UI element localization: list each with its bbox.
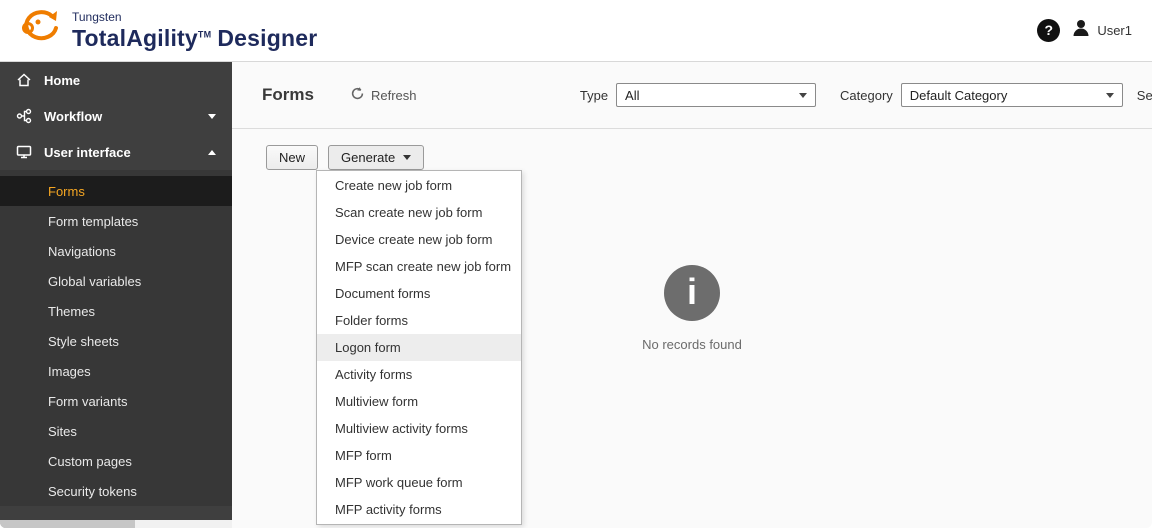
tungsten-logo-icon <box>16 7 62 54</box>
chevron-down-icon <box>208 113 216 119</box>
menu-item-mfp-form[interactable]: MFP form <box>317 442 521 469</box>
menu-item-document-forms[interactable]: Document forms <box>317 280 521 307</box>
menu-item-mfp-scan-create-new-job-form[interactable]: MFP scan create new job form <box>317 253 521 280</box>
sidebar-item-forms[interactable]: Forms <box>0 176 232 206</box>
monitor-icon <box>16 144 32 160</box>
app-header: Tungsten TotalAgilityTM Designer ? User1 <box>0 0 1152 62</box>
sidebar-item-global-variables[interactable]: Global variables <box>0 266 232 296</box>
sidebar-item-user-interface[interactable]: User interface <box>0 134 232 170</box>
sidebar-scrollbar-thumb[interactable] <box>0 520 135 528</box>
menu-item-device-create-new-job-form[interactable]: Device create new job form <box>317 226 521 253</box>
brand-title: TotalAgilityTM Designer <box>72 25 317 52</box>
user-menu[interactable]: User1 <box>1070 17 1132 44</box>
sidebar-item-label: Home <box>44 72 81 88</box>
workflow-icon <box>16 108 32 124</box>
sidebar-item-security-tokens[interactable]: Security tokens <box>0 476 232 506</box>
filter-bar: Type All Category Default Category Searc… <box>580 83 1152 107</box>
chevron-up-icon <box>208 149 216 155</box>
generate-button-label: Generate <box>341 150 396 165</box>
sidebar-item-form-variants[interactable]: Form variants <box>0 386 232 416</box>
menu-item-scan-create-new-job-form[interactable]: Scan create new job form <box>317 199 521 226</box>
info-icon: i <box>664 265 720 321</box>
brand-trademark: TM <box>197 28 212 39</box>
sidebar-item-themes[interactable]: Themes <box>0 296 232 326</box>
sidebar-scrollbar[interactable] <box>0 520 232 528</box>
header-right: ? User1 <box>1037 17 1132 44</box>
main-content: Forms Refresh Type All Category Default … <box>232 62 1152 528</box>
sidebar-item-form-templates[interactable]: Form templates <box>0 206 232 236</box>
sidebar-item-navigations[interactable]: Navigations <box>0 236 232 266</box>
user-interface-submenu: Forms Form templates Navigations Global … <box>0 170 232 506</box>
sidebar-item-sites[interactable]: Sites <box>0 416 232 446</box>
chevron-down-icon <box>403 155 412 160</box>
menu-item-folder-forms[interactable]: Folder forms <box>317 307 521 334</box>
user-icon <box>1070 17 1092 44</box>
menu-item-logon-form[interactable]: Logon form <box>317 334 521 361</box>
help-icon[interactable]: ? <box>1037 19 1061 42</box>
sidebar-item-style-sheets[interactable]: Style sheets <box>0 326 232 356</box>
user-name: User1 <box>1097 23 1132 38</box>
type-select[interactable]: All <box>616 83 817 107</box>
menu-item-multiview-form[interactable]: Multiview form <box>317 388 521 415</box>
brand-text: Tungsten TotalAgilityTM Designer <box>72 10 317 52</box>
refresh-button[interactable]: Refresh <box>350 86 417 104</box>
forms-toolbar: Forms Refresh Type All Category Default … <box>232 62 1152 129</box>
sidebar-item-label: User interface <box>44 144 131 160</box>
sidebar-item-home[interactable]: Home <box>0 62 232 98</box>
category-select-value: Default Category <box>909 87 1008 103</box>
new-button[interactable]: New <box>266 145 319 170</box>
refresh-icon <box>350 86 365 104</box>
menu-item-mfp-work-queue-form[interactable]: MFP work queue form <box>317 469 521 496</box>
page-title: Forms <box>262 85 314 104</box>
brand-name: TotalAgility <box>72 24 198 51</box>
brand-suffix: Designer <box>217 24 318 51</box>
brand: Tungsten TotalAgilityTM Designer <box>16 7 317 54</box>
sidebar-item-workflow[interactable]: Workflow <box>0 98 232 134</box>
menu-item-create-new-job-form[interactable]: Create new job form <box>317 172 521 199</box>
actions-bar: New Generate <box>266 145 1152 170</box>
category-select[interactable]: Default Category <box>900 83 1123 107</box>
type-select-value: All <box>625 87 640 103</box>
brand-tagline: Tungsten <box>72 9 122 24</box>
type-label: Type <box>579 87 609 103</box>
sidebar-item-images[interactable]: Images <box>0 356 232 386</box>
home-icon <box>16 72 32 88</box>
sidebar: Home Workflow User interface Forms Form … <box>0 62 232 528</box>
menu-item-activity-forms[interactable]: Activity forms <box>317 361 521 388</box>
app-window: Tungsten TotalAgilityTM Designer ? User1 <box>0 0 1152 528</box>
sidebar-item-label: Workflow <box>44 108 103 124</box>
menu-item-mfp-activity-forms[interactable]: MFP activity forms <box>317 496 521 523</box>
menu-item-multiview-activity-forms[interactable]: Multiview activity forms <box>317 415 521 442</box>
chevron-down-icon <box>1105 92 1114 98</box>
refresh-label: Refresh <box>370 87 417 103</box>
generate-menu: Create new job form Scan create new job … <box>316 170 522 525</box>
sidebar-item-custom-pages[interactable]: Custom pages <box>0 446 232 476</box>
category-label: Category <box>840 87 893 103</box>
generate-button[interactable]: Generate <box>328 145 425 170</box>
chevron-down-icon <box>799 92 808 98</box>
search-label: Search <box>1136 87 1152 103</box>
